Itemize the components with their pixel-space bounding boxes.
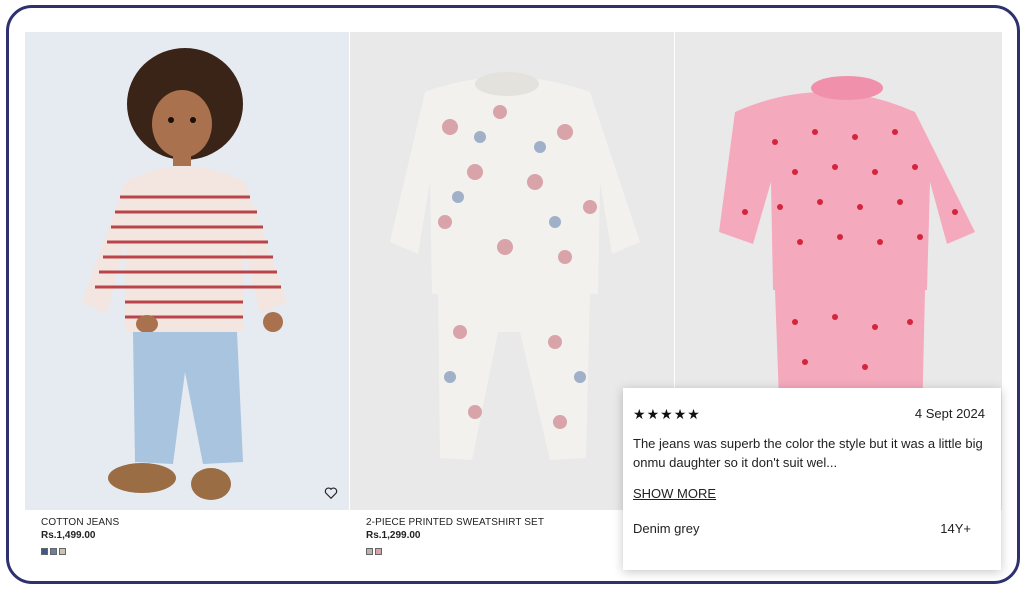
product-info: COTTON JEANS Rs.1,499.00 [25,510,349,577]
star-rating: ★ ★ ★ ★ ★ [633,407,700,421]
review-size: 14Y+ [940,521,971,536]
star-icon: ★ [673,405,687,422]
star-icon: ★ [633,405,646,422]
star-icon: ★ [646,405,660,422]
product-price: Rs.1,499.00 [41,530,96,541]
color-swatch[interactable] [59,548,66,555]
color-swatches [41,548,349,555]
star-icon: ★ [660,405,673,422]
color-swatch[interactable] [41,548,48,555]
frame: COTTON JEANS Rs.1,499.00 2-PIECE PRINTED… [6,5,1020,584]
review-text: The jeans was superb the color the style… [633,436,983,470]
heart-outline-icon[interactable] [324,486,338,500]
star-icon: ★ [687,405,700,422]
product-photo[interactable] [25,32,349,510]
show-more-link[interactable]: SHOW MORE [633,486,716,501]
review-header: ★ ★ ★ ★ ★ 4 Sept 2024 [633,406,985,421]
product-card-cotton-jeans[interactable]: COTTON JEANS Rs.1,499.00 [25,32,349,577]
child-model-image [25,32,349,510]
review-variant: Denim grey [633,521,700,536]
review-date: 4 Sept 2024 [914,406,985,421]
color-swatch[interactable] [366,548,373,555]
review-meta: Denim grey 14Y+ [633,521,985,536]
color-swatch[interactable] [375,548,382,555]
product-name[interactable]: COTTON JEANS [41,517,349,528]
color-swatch[interactable] [50,548,57,555]
review-card: ★ ★ ★ ★ ★ 4 Sept 2024 The jeans was supe… [623,388,1001,570]
